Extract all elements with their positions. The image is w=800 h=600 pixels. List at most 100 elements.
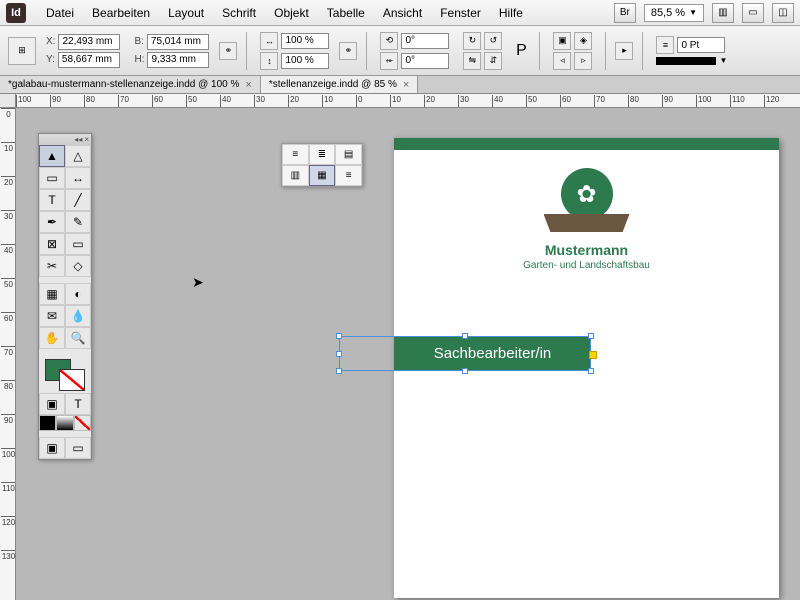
fit-content-icon[interactable]: ▸: [615, 42, 633, 60]
menu-schrift[interactable]: Schrift: [214, 3, 264, 23]
handle-se[interactable]: [588, 368, 594, 374]
gap-tool[interactable]: ↔: [65, 167, 91, 189]
constrain-scale-icon[interactable]: ⚭: [339, 42, 357, 60]
col-opt-5[interactable]: ▦: [309, 165, 336, 186]
ruler-vertical[interactable]: 0102030405060708090100110120130: [0, 108, 16, 600]
col-opt-3[interactable]: ▤: [335, 144, 362, 165]
logo-ribbon: [544, 214, 630, 232]
gradient-feather-tool[interactable]: ◐: [65, 283, 91, 305]
close-icon[interactable]: ×: [245, 79, 251, 91]
page-tool[interactable]: ▭: [39, 167, 65, 189]
normal-view-icon[interactable]: ▣: [39, 437, 65, 459]
note-tool[interactable]: ✉: [39, 305, 65, 327]
rotate-input[interactable]: [401, 33, 449, 49]
scissors-tool[interactable]: ✂: [39, 255, 65, 277]
select-content-icon[interactable]: ◈: [574, 32, 592, 50]
menu-ansicht[interactable]: Ansicht: [375, 3, 430, 23]
document-page[interactable]: ✿ Mustermann Garten- und Landschaftsbau …: [394, 138, 779, 598]
hand-tool[interactable]: ✋: [39, 327, 65, 349]
cursor-icon: ➤: [192, 274, 204, 291]
menu-hilfe[interactable]: Hilfe: [491, 3, 531, 23]
handle-ne[interactable]: [588, 333, 594, 339]
selection-tool[interactable]: ▲: [39, 145, 65, 167]
canvas[interactable]: ◂◂× ▲ △ ▭ ↔ T ╱ ✒ ✎ ⊠ ▭ ✂ ◇ ▦ ◐ ✉ 💧 ✋ 🔍: [16, 108, 800, 600]
fill-stroke-swatch[interactable]: [39, 355, 91, 393]
direct-selection-tool[interactable]: △: [65, 145, 91, 167]
ruler-origin[interactable]: [0, 94, 16, 108]
x-input[interactable]: [58, 34, 120, 50]
toolbox: ◂◂× ▲ △ ▭ ↔ T ╱ ✒ ✎ ⊠ ▭ ✂ ◇ ▦ ◐ ✉ 💧 ✋ 🔍: [38, 133, 92, 460]
app-icon: Id: [6, 3, 26, 23]
flip-v-icon[interactable]: ⇵: [484, 52, 502, 70]
menu-fenster[interactable]: Fenster: [432, 3, 489, 23]
doc-tab-1[interactable]: *galabau-mustermann-stellenanzeige.indd …: [0, 76, 261, 93]
stroke-color-swatch[interactable]: [59, 369, 85, 391]
line-tool[interactable]: ╱: [65, 189, 91, 211]
arrange-icon[interactable]: ◫: [772, 3, 794, 23]
free-transform-tool[interactable]: ◇: [65, 255, 91, 277]
menu-bearbeiten[interactable]: Bearbeiten: [84, 3, 158, 23]
rotate-cw-icon[interactable]: ↻: [463, 32, 481, 50]
view-options-icon[interactable]: ▥: [712, 3, 734, 23]
apply-color-btn[interactable]: [39, 415, 56, 431]
type-tool[interactable]: T: [39, 189, 65, 211]
gradient-swatch-tool[interactable]: ▦: [39, 283, 65, 305]
col-opt-2[interactable]: ≣: [309, 144, 336, 165]
stroke-weight-input[interactable]: [677, 37, 725, 53]
menu-objekt[interactable]: Objekt: [266, 3, 317, 23]
handle-e-outport[interactable]: [589, 351, 597, 359]
rotate-ccw-icon[interactable]: ↺: [484, 32, 502, 50]
col-opt-4[interactable]: ▥: [282, 165, 309, 186]
handle-nw[interactable]: [336, 333, 342, 339]
select-next-icon[interactable]: ▹: [574, 52, 592, 70]
constrain-wh-icon[interactable]: ⚭: [219, 42, 237, 60]
select-prev-icon[interactable]: ◃: [553, 52, 571, 70]
toolbox-header[interactable]: ◂◂×: [39, 134, 91, 145]
bridge-icon[interactable]: Br: [614, 3, 636, 23]
pencil-tool[interactable]: ✎: [65, 211, 91, 233]
menu-layout[interactable]: Layout: [160, 3, 212, 23]
handle-n[interactable]: [462, 333, 468, 339]
width-input[interactable]: [147, 34, 209, 50]
pen-tool[interactable]: ✒: [39, 211, 65, 233]
stroke-weight-icon: ≡: [656, 36, 674, 54]
close-icon[interactable]: ×: [403, 79, 409, 91]
rectangle-frame-tool[interactable]: ⊠: [39, 233, 65, 255]
scale-y-icon: ↕: [260, 52, 278, 70]
zoom-level[interactable]: 85,5 %▼: [644, 4, 704, 22]
close-icon[interactable]: ×: [84, 135, 89, 144]
menu-datei[interactable]: Datei: [38, 3, 82, 23]
formatting-text-icon[interactable]: T: [65, 393, 91, 415]
preview-view-icon[interactable]: ▭: [65, 437, 91, 459]
zoom-tool[interactable]: 🔍: [65, 327, 91, 349]
col-opt-1[interactable]: ≡: [282, 144, 309, 165]
menu-tabelle[interactable]: Tabelle: [319, 3, 373, 23]
shear-icon: ⬰: [380, 52, 398, 70]
doc-tab-2[interactable]: *stellenanzeige.indd @ 85 %×: [261, 76, 418, 93]
selected-text-frame[interactable]: Sachbearbeiter/in: [339, 336, 591, 371]
handle-w[interactable]: [336, 351, 342, 357]
scale-x-input[interactable]: [281, 33, 329, 49]
stroke-style-sample[interactable]: [656, 57, 716, 65]
reference-point-icon[interactable]: ⊞: [8, 37, 36, 65]
select-container-icon[interactable]: ▣: [553, 32, 571, 50]
handle-sw[interactable]: [336, 368, 342, 374]
job-title-text: Sachbearbeiter/in: [394, 336, 591, 371]
scale-y-input[interactable]: [281, 53, 329, 69]
height-input[interactable]: [147, 52, 209, 68]
ruler-horizontal[interactable]: 1009080706050403020100102030405060708090…: [16, 94, 800, 108]
rectangle-tool[interactable]: ▭: [65, 233, 91, 255]
apply-gradient-btn[interactable]: [56, 415, 73, 431]
rotate-icon: ⟲: [380, 32, 398, 50]
shear-input[interactable]: [401, 53, 449, 69]
eyedropper-tool[interactable]: 💧: [65, 305, 91, 327]
handle-s[interactable]: [462, 368, 468, 374]
formatting-container-icon[interactable]: ▣: [39, 393, 65, 415]
apply-none-btn[interactable]: [74, 415, 91, 431]
y-input[interactable]: [58, 52, 120, 68]
screen-mode-icon[interactable]: ▭: [742, 3, 764, 23]
col-opt-6[interactable]: ≡: [335, 165, 362, 186]
flip-h-icon[interactable]: ⇋: [463, 52, 481, 70]
chevron-down-icon[interactable]: ▼: [719, 56, 727, 65]
logo-area: ✿ Mustermann Garten- und Landschaftsbau: [394, 168, 779, 271]
